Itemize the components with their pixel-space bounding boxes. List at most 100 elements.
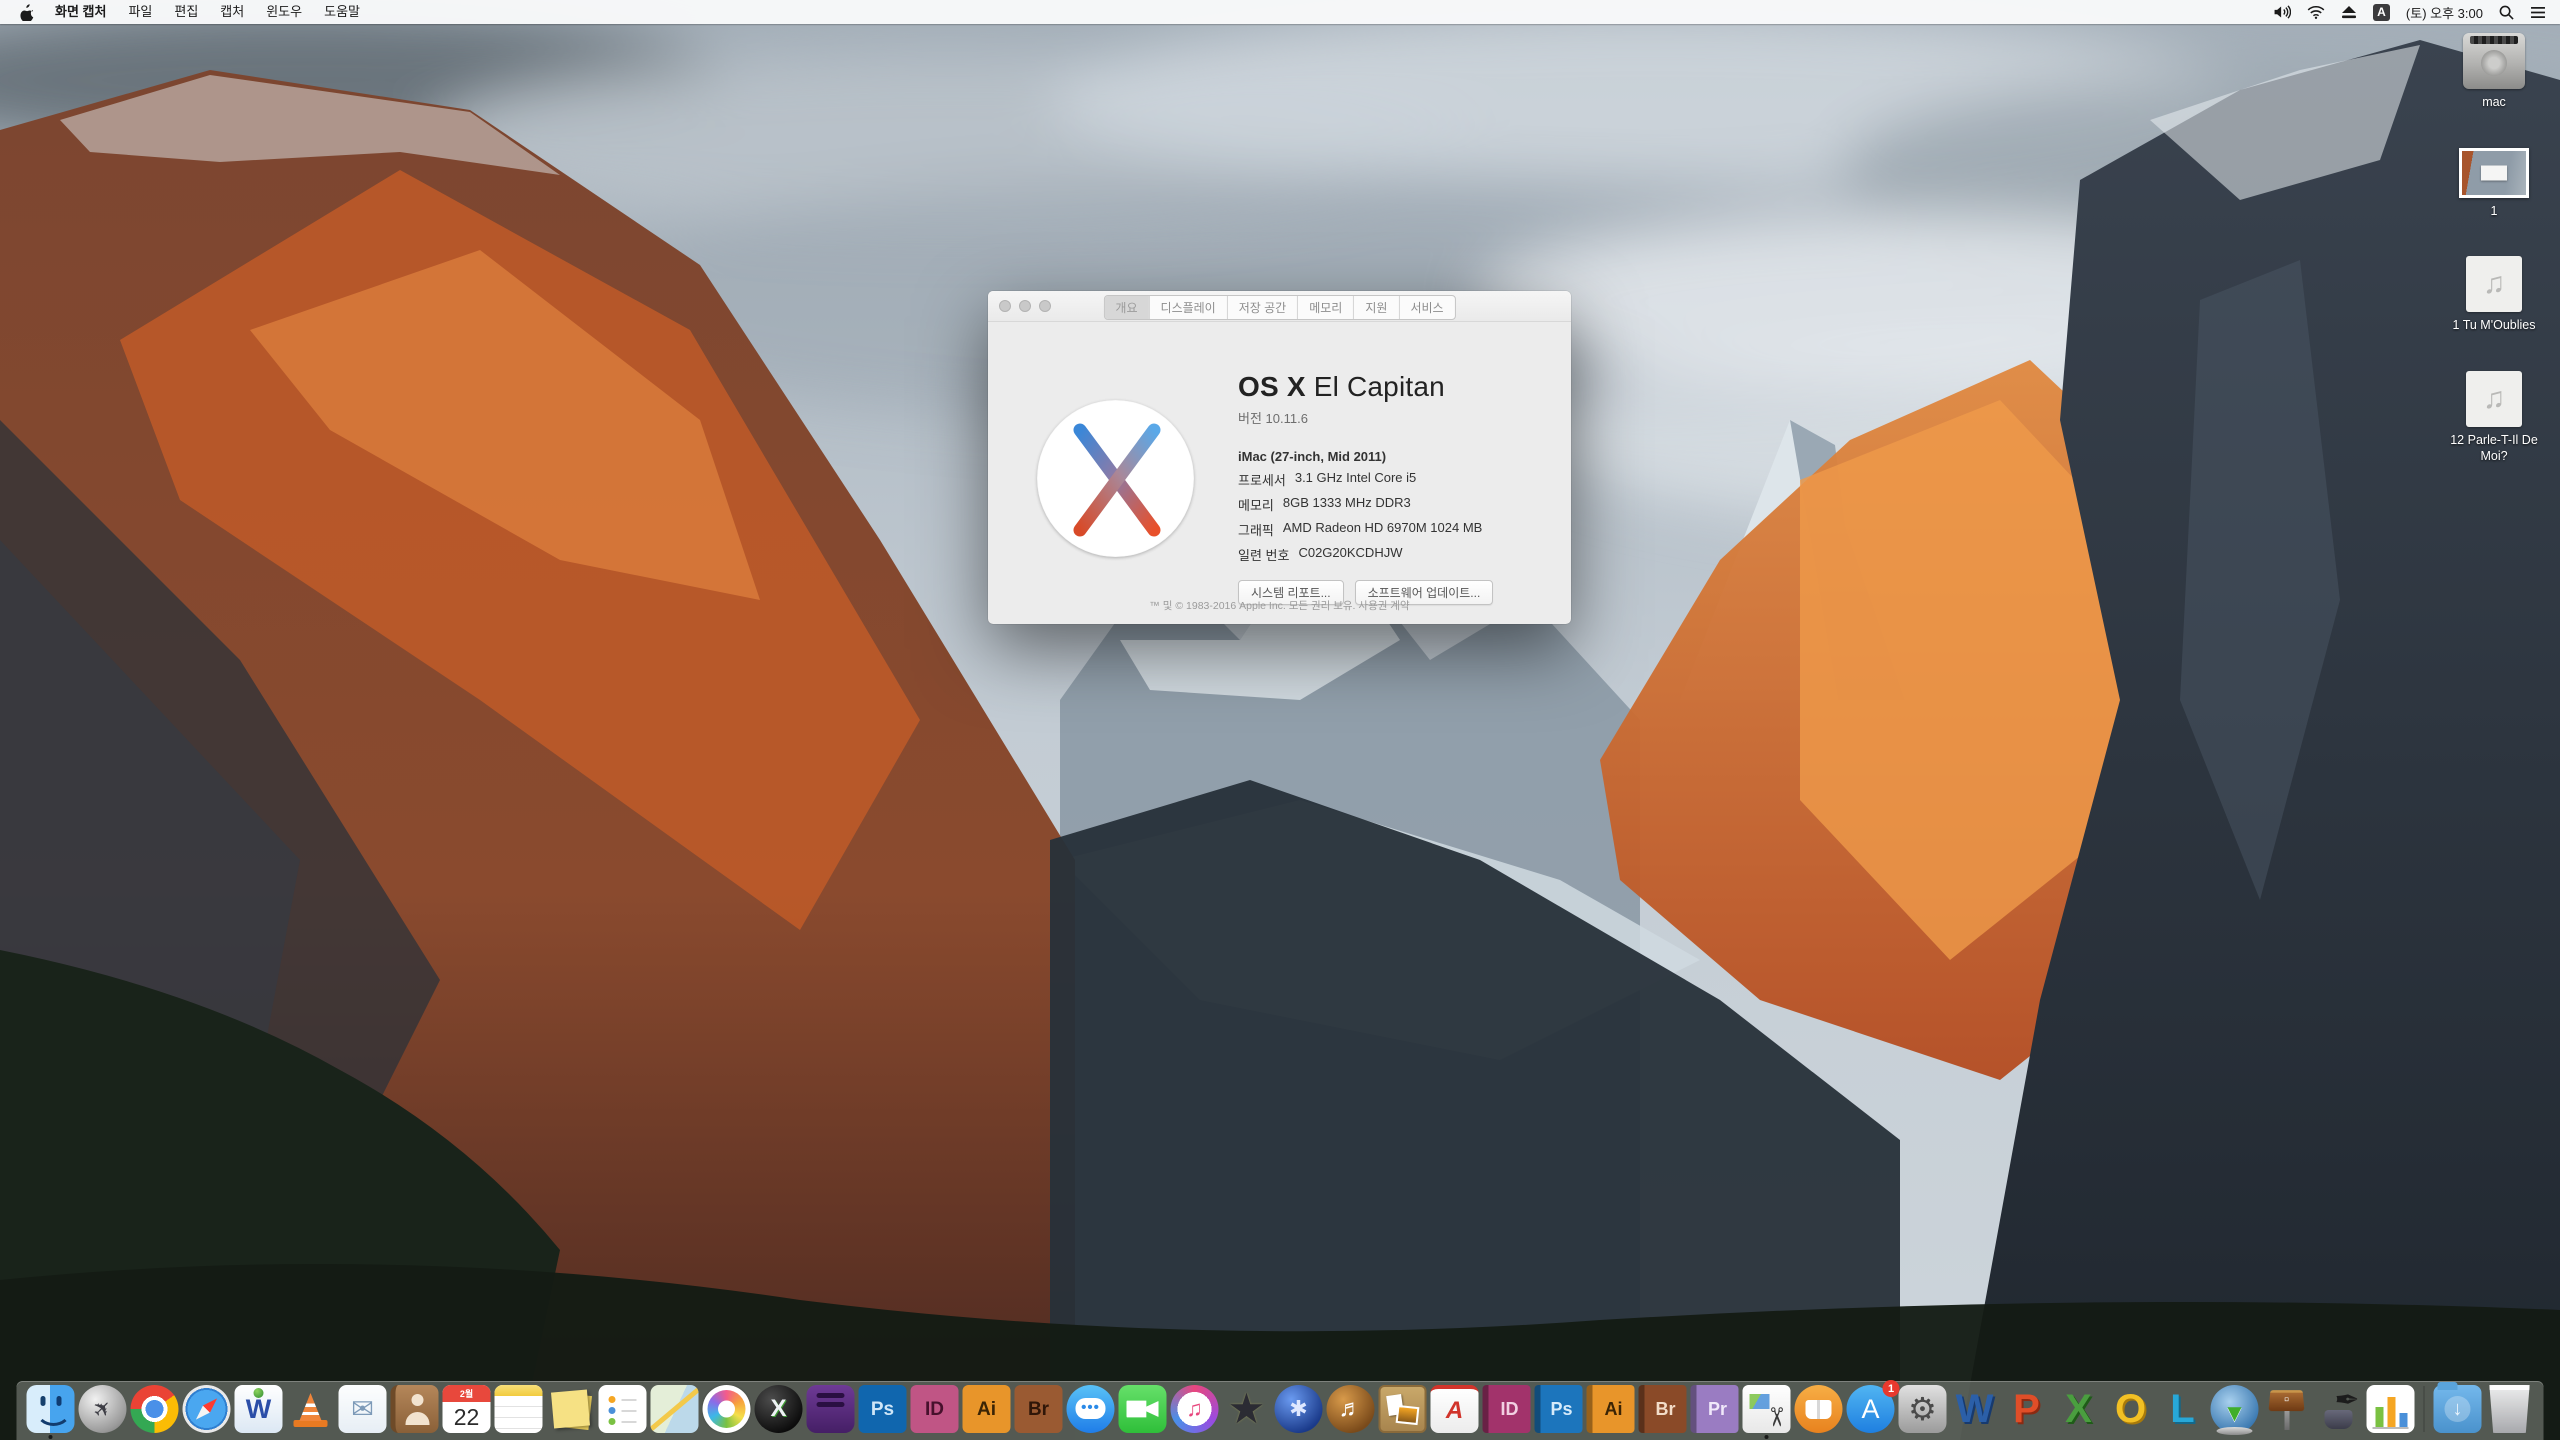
desktop-icon-audio-file-1[interactable]: ♫ 1 Tu M'Oublies [2453, 256, 2535, 334]
indesign-glyph: ID [925, 1398, 944, 1420]
close-button[interactable] [999, 300, 1011, 312]
spec-row-3: 일련 번호 C02G20KCDHJW [1238, 545, 1548, 564]
os-x-logo [1037, 400, 1194, 557]
desktop-wallpaper [0, 0, 2560, 1440]
dock-bridge-icon[interactable]: Br [1014, 1385, 1063, 1433]
wifi-icon[interactable] [2307, 5, 2325, 19]
dock-toast-icon[interactable] [806, 1385, 855, 1433]
launchpad-glyph: ✈ [86, 1393, 118, 1425]
menu-item-1[interactable]: 파일 [117, 0, 163, 24]
os-title-bold: OS X [1238, 371, 1306, 402]
dock-illustrator-cs5-icon[interactable]: Ai [1586, 1385, 1635, 1433]
dock-video-player-app-icon[interactable]: ✱ [1274, 1385, 1323, 1433]
desktop-icon-label: 12 Parle-T-Il De Moi? [2450, 432, 2538, 463]
spec-row-2: 그래픽 AMD Radeon HD 6970M 1024 MB [1238, 520, 1548, 539]
tab-개요[interactable]: 개요 [1104, 296, 1149, 319]
dock-vlc-icon[interactable] [287, 1385, 335, 1433]
dock-outlook-icon[interactable]: O [2107, 1385, 2155, 1433]
input-source-icon[interactable]: A [2372, 3, 2390, 21]
audio-file-icon: ♫ [2465, 256, 2522, 313]
dock-corkboard-app-icon[interactable] [1378, 1385, 1427, 1433]
dock-garageband-icon[interactable]: ♬ [1326, 1385, 1375, 1433]
downloads-folder-glyph: ↓ [2444, 1396, 2471, 1422]
dock-stickies-icon[interactable] [547, 1385, 595, 1433]
dock-imovie-icon[interactable]: ★ [1223, 1385, 1271, 1433]
dock-globe-download-app-icon[interactable]: ▼ [2210, 1385, 2259, 1435]
dock-keynote-icon[interactable]: ▫ [2263, 1385, 2311, 1433]
notification-center-icon[interactable] [2530, 6, 2546, 19]
dock-photoshop-icon[interactable]: Ps [858, 1385, 907, 1433]
dock-system-preferences-icon[interactable]: ⚙ [1898, 1385, 1947, 1433]
desktop-icon-audio-file-12[interactable]: ♫ 12 Parle-T-Il De Moi? [2439, 370, 2549, 464]
dock-downloads-folder-icon[interactable]: ↓ [2433, 1382, 2482, 1433]
spec-label-0: 프로세서 [1238, 473, 1286, 488]
spotlight-icon[interactable] [2499, 5, 2514, 20]
dock-calendar-icon[interactable]: 2월 22 [442, 1385, 491, 1433]
dock-contacts-icon[interactable] [390, 1385, 439, 1433]
tab-서비스[interactable]: 서비스 [1398, 296, 1454, 319]
tab-메모리[interactable]: 메모리 [1297, 296, 1353, 319]
dock-itunes-icon[interactable]: ♫ [1170, 1385, 1219, 1433]
dock-acrobat-icon[interactable]: A [1430, 1385, 1479, 1433]
dock-premiere-cs5-icon[interactable]: Pr [1690, 1385, 1739, 1433]
desktop-icon-image-file-1[interactable]: 1 [2459, 147, 2529, 220]
menu-item-4[interactable]: 윈도우 [255, 0, 313, 24]
dock-finder-icon[interactable] [26, 1385, 75, 1439]
eject-icon[interactable] [2341, 5, 2357, 19]
menu-item-2[interactable]: 편집 [163, 0, 209, 24]
tab-지원[interactable]: 지원 [1353, 296, 1398, 319]
window-titlebar[interactable]: 개요 디스플레이 저장 공간 메모리 지원 서비스 [988, 291, 1571, 322]
dock-facetime-icon[interactable] [1118, 1385, 1167, 1433]
dock-launchpad-icon[interactable]: ✈ [78, 1385, 127, 1433]
apple-menu-icon[interactable] [10, 3, 44, 21]
dock-photoshop-cs5-icon[interactable]: Ps [1534, 1385, 1583, 1433]
menu-bar-left: 화면 캡처 파일 편집 캡처 윈도우 도움말 [10, 0, 371, 24]
dock-ibooks-icon[interactable] [1794, 1385, 1843, 1433]
dock-numbers-icon[interactable] [2366, 1385, 2415, 1433]
w-globe-app-glyph: W [245, 1393, 272, 1424]
menu-item-5[interactable]: 도움말 [313, 0, 371, 24]
music-note-glyph: ♫ [2482, 381, 2506, 415]
dock-photos-icon[interactable] [702, 1385, 751, 1433]
dock-indesign-icon[interactable]: ID [910, 1385, 959, 1433]
dock-illustrator-icon[interactable]: Ai [962, 1385, 1011, 1433]
dock-safari-icon[interactable] [182, 1385, 231, 1433]
volume-icon[interactable] [2273, 5, 2291, 19]
dock-chrome-icon[interactable] [130, 1385, 179, 1433]
dock-lync-icon[interactable]: L [2159, 1385, 2207, 1433]
dock-screen-capture-icon[interactable]: ✂ [1742, 1385, 1792, 1439]
zoom-button[interactable] [1039, 300, 1051, 312]
dock-indesign-cs5-icon[interactable]: ID [1482, 1385, 1531, 1433]
dock-trash-icon[interactable] [2489, 1385, 2530, 1433]
tab-저장 공간[interactable]: 저장 공간 [1226, 296, 1298, 319]
mac-model: iMac (27-inch, Mid 2011) [1238, 449, 1387, 464]
screen-capture-running-indicator [1764, 1435, 1769, 1439]
dock-mail-icon[interactable]: ✉ [338, 1385, 387, 1433]
dock-w-globe-app-icon[interactable]: W [234, 1385, 283, 1433]
bridge-cs5-glyph: Br [1655, 1399, 1676, 1419]
spec-value-0: 3.1 GHz Intel Core i5 [1294, 470, 1417, 485]
copyright-text: ™ 및 © 1983-2016 Apple Inc. 모든 권리 보유. 사용권… [988, 598, 1571, 613]
spec-value-2: AMD Radeon HD 6970M 1024 MB [1282, 520, 1483, 535]
dock-x-dark-app-icon[interactable]: X [754, 1385, 803, 1433]
license-agreement-link[interactable]: 사용권 계약 [1358, 600, 1409, 612]
dock-word-icon[interactable]: W [1951, 1385, 1999, 1433]
menu-bar-clock[interactable]: (토) 오후 3:00 [2406, 3, 2483, 22]
dock-notes-icon[interactable] [494, 1385, 543, 1433]
dock-bridge-cs5-icon[interactable]: Br [1638, 1385, 1687, 1433]
copyright-body: ™ 및 © 1983-2016 Apple Inc. 모든 권리 보유. [1149, 600, 1356, 612]
dock-maps-icon[interactable] [650, 1385, 699, 1433]
dock-reminders-icon[interactable] [598, 1385, 647, 1433]
dock-app-store-icon[interactable]: A1 [1846, 1380, 1900, 1433]
dock-powerpoint-icon[interactable]: P [2003, 1385, 2051, 1433]
dock-pages-icon[interactable]: ✒ [2315, 1385, 2363, 1433]
dock-excel-icon[interactable]: X [2055, 1385, 2103, 1433]
desktop-icon-hard-drive-mac[interactable]: mac [2463, 33, 2525, 111]
menu-app-name[interactable]: 화면 캡처 [44, 0, 117, 24]
menu-item-3[interactable]: 캡처 [209, 0, 255, 24]
minimize-button[interactable] [1019, 300, 1031, 312]
tab-디스플레이[interactable]: 디스플레이 [1148, 296, 1227, 319]
spec-list: 프로세서 3.1 GHz Intel Core i5 메모리 8GB 1333 MHz… [1238, 470, 1548, 564]
calendar-day-text: 22 [453, 1404, 480, 1430]
dock-messages-icon[interactable]: ••• [1066, 1385, 1115, 1433]
